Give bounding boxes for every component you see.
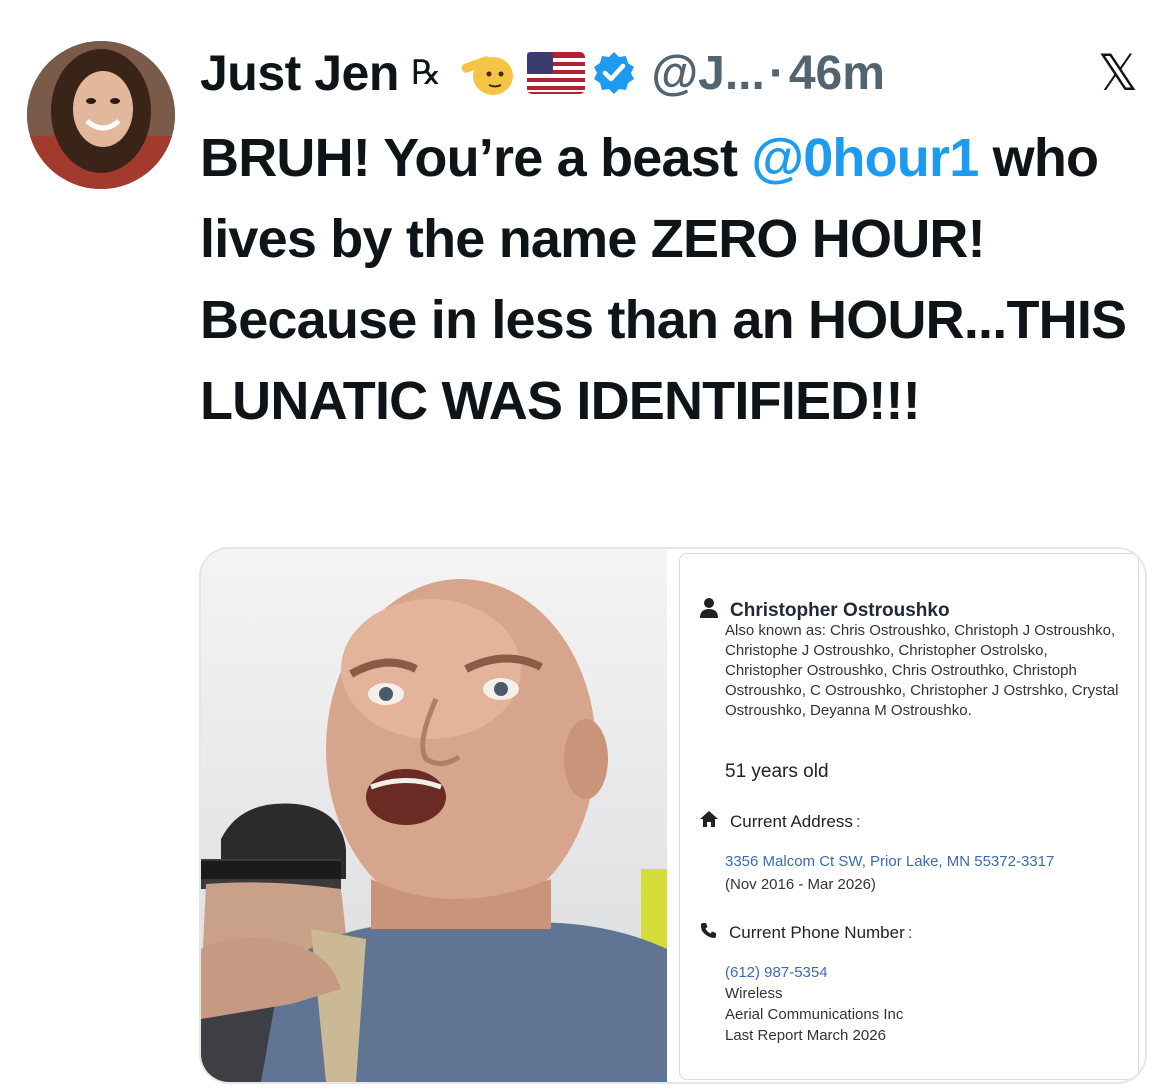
person-icon: [700, 598, 718, 623]
author-display-name[interactable]: Just Jen: [200, 44, 399, 102]
tweet-text: BRUH! You’re a beast @0hour1 who lives b…: [200, 118, 1145, 442]
phone-last-report: Last Report March 2026: [725, 1027, 886, 1044]
phone-line-type: Wireless: [725, 985, 783, 1002]
phone-label: Current Phone Number: [729, 923, 905, 942]
post-time[interactable]: 46m: [789, 46, 885, 101]
person-row: Christopher Ostroushko: [700, 598, 950, 623]
home-icon: [700, 811, 718, 832]
people-search-record-card: Christopher Ostroushko Also known as: Ch…: [679, 553, 1139, 1080]
rx-badge: ℞: [410, 53, 442, 93]
protester-photo[interactable]: [201, 549, 667, 1082]
tweet-text-start: BRUH! You’re a beast: [200, 128, 752, 188]
address-section-header: Current Address:: [700, 811, 861, 832]
avatar-photo: [27, 41, 175, 189]
x-logo-icon: 𝕏: [1097, 44, 1138, 102]
saluting-face-emoji: [459, 48, 521, 98]
person-age: 51 years old: [725, 761, 829, 782]
tweet-header: Just Jen ℞ @J... · 46m 𝕏: [200, 38, 1150, 108]
also-known-as: Also known as: Chris Ostroushko, Christo…: [725, 622, 1119, 719]
author-avatar[interactable]: [27, 41, 175, 189]
photo-illustration: [201, 549, 667, 1082]
verified-badge-icon: [591, 50, 637, 96]
address-label: Current Address: [730, 811, 853, 831]
address-link[interactable]: 3356 Malcom Ct SW, Prior Lake, MN 55372-…: [725, 853, 1054, 870]
phone-section-header: Current Phone Number:: [700, 922, 913, 944]
phone-icon: [700, 922, 717, 944]
us-flag-emoji: [527, 52, 586, 94]
phone-number-link[interactable]: (612) 987-5354: [725, 964, 828, 981]
header-separator: ·: [768, 46, 785, 100]
address-dates: (Nov 2016 - Mar 2026): [725, 876, 876, 893]
mention-link[interactable]: @0hour1: [751, 128, 979, 188]
person-name: Christopher Ostroushko: [730, 599, 950, 621]
phone-carrier: Aerial Communications Inc: [725, 1006, 904, 1023]
author-handle[interactable]: @J...: [651, 46, 765, 101]
tweet-media[interactable]: Christopher Ostroushko Also known as: Ch…: [199, 547, 1147, 1084]
